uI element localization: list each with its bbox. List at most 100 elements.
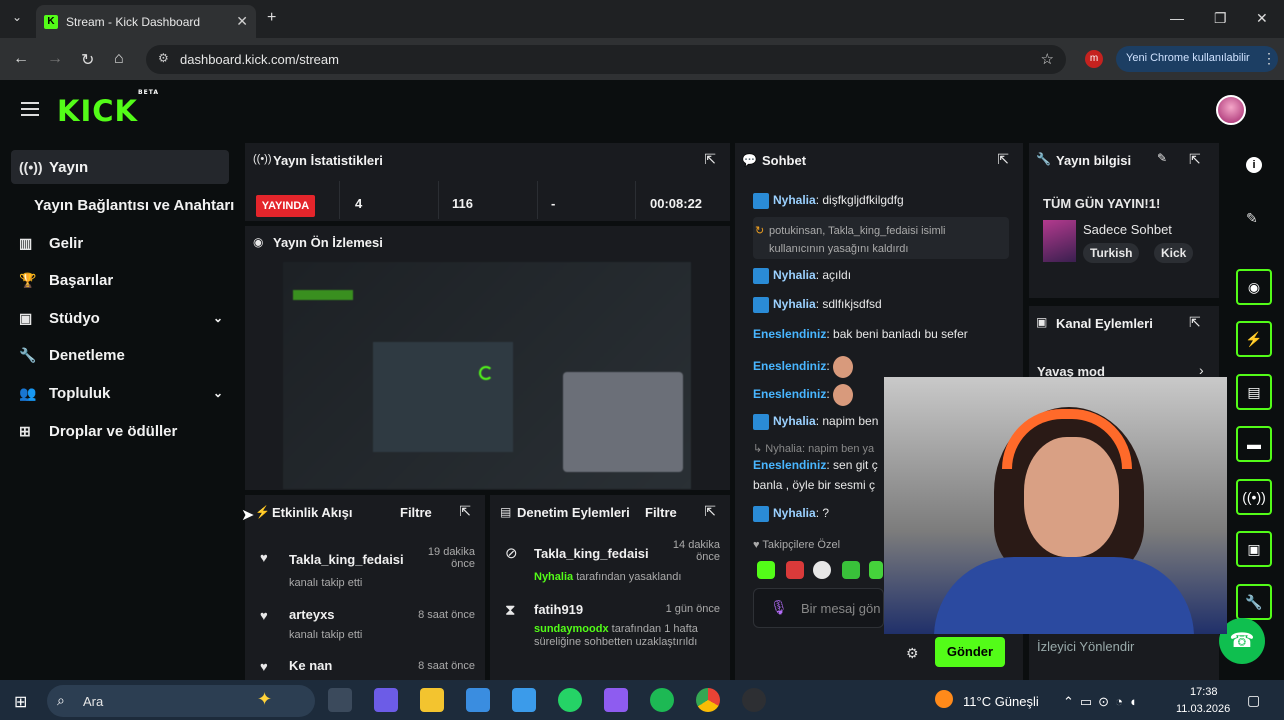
info-icon[interactable]: i xyxy=(1246,157,1262,173)
sidebar-item-topluluk[interactable]: 👥 Topluluk ⌄ xyxy=(11,376,229,410)
tag[interactable]: Kick xyxy=(1154,243,1194,263)
document-icon[interactable]: ▤ xyxy=(1236,374,1272,410)
chat-settings-icon[interactable]: ⚙ xyxy=(906,645,919,662)
back-icon[interactable]: ← xyxy=(13,50,29,68)
chat-user[interactable]: Nyhalia xyxy=(773,297,816,311)
chrome-icon[interactable] xyxy=(696,688,720,712)
popout-icon[interactable]: ⇱ xyxy=(459,503,471,520)
whatsapp-icon[interactable] xyxy=(558,688,582,712)
chat-text: napim ben xyxy=(822,414,879,429)
chat-user[interactable]: Eneslendiniz xyxy=(753,327,826,341)
home-icon[interactable]: ⌂ xyxy=(114,50,124,68)
bolt-icon[interactable]: ⚡ xyxy=(1236,321,1272,357)
sidebar-item-gelir[interactable]: ▥ Gelir xyxy=(11,226,229,260)
popout-icon[interactable]: ⇱ xyxy=(997,151,1009,168)
event-user[interactable]: Takla_king_fedaisi xyxy=(289,552,404,567)
chat-user[interactable]: Nyhalia xyxy=(773,193,816,207)
category-name[interactable]: Sadece Sohbet xyxy=(1083,222,1172,237)
reload-icon[interactable]: ↻ xyxy=(81,50,94,70)
close-window-icon[interactable]: ✕ xyxy=(1256,10,1268,27)
new-tab-icon[interactable]: + xyxy=(267,9,276,27)
sidebar-item-basarilar[interactable]: 🏆 Başarılar xyxy=(11,263,229,297)
chat-message: Eneslendiniz: xyxy=(753,356,854,378)
sidebar-item-denetleme[interactable]: 🔧 Denetleme xyxy=(11,338,229,372)
edit-icon[interactable]: ✎ xyxy=(1157,151,1167,165)
document-icon: ▤ xyxy=(500,505,512,519)
minimize-icon[interactable]: — xyxy=(1170,10,1184,26)
wrench-icon[interactable]: 🔧 xyxy=(1236,584,1272,620)
send-button[interactable]: Gönder xyxy=(935,637,1005,667)
obs-icon[interactable] xyxy=(742,688,766,712)
channel-icon[interactable]: ▣ xyxy=(1236,531,1272,567)
menu-icon[interactable] xyxy=(21,102,39,120)
event-user[interactable]: arteyxs xyxy=(289,607,335,622)
sidebar-item-droplar[interactable]: ⊞ Droplar ve ödüller xyxy=(11,414,229,448)
extension-icon[interactable]: m xyxy=(1085,50,1103,68)
mail-icon[interactable] xyxy=(512,688,536,712)
new-chrome-button[interactable]: Yeni Chrome kullanılabilir xyxy=(1116,46,1278,72)
system-tray-icons[interactable]: ⌃▭⊙◔◖ xyxy=(1063,694,1143,710)
sidebar-item-yayin[interactable]: ((•)) Yayın xyxy=(11,150,229,184)
sidebar-item-studyo[interactable]: ▣ Stüdyo ⌄ xyxy=(11,301,229,335)
browser-menu-icon[interactable]: ⋮ xyxy=(1262,50,1276,67)
site-info-icon[interactable]: ⚙ xyxy=(158,51,169,65)
chat-user[interactable]: Eneslendiniz xyxy=(753,458,826,472)
tag[interactable]: Turkish xyxy=(1083,243,1140,263)
emote-icon[interactable] xyxy=(869,561,883,579)
file-explorer-icon[interactable] xyxy=(420,688,444,712)
sidebar-item-stream-key[interactable]: Yayın Bağlantısı ve Anahtarı xyxy=(11,188,251,222)
clock-time[interactable]: 17:38 xyxy=(1190,686,1218,698)
mod-user[interactable]: Takla_king_fedaisi xyxy=(534,546,649,561)
popout-icon[interactable]: ⇱ xyxy=(704,151,716,168)
popout-icon[interactable]: ⇱ xyxy=(1189,151,1201,168)
emote-icon[interactable] xyxy=(786,561,804,579)
chat-user[interactable]: Nyhalia xyxy=(773,506,816,520)
microphone-icon[interactable]: 🎙 xyxy=(770,599,788,616)
broadcast-icon[interactable]: ((•)) xyxy=(1236,479,1272,515)
mod-text: tarafından yasaklandı xyxy=(576,571,682,583)
mod-user[interactable]: fatih919 xyxy=(534,602,583,617)
wrench-icon: 🔧 xyxy=(1036,152,1051,166)
weather-text[interactable]: 11°C Güneşli xyxy=(963,694,1039,709)
m365-icon[interactable] xyxy=(604,688,628,712)
avatar[interactable] xyxy=(1216,95,1246,125)
tab-search-icon[interactable]: ⌄ xyxy=(12,10,22,24)
maximize-icon[interactable]: ❐ xyxy=(1214,10,1227,27)
chat-user[interactable]: Eneslendiniz xyxy=(753,387,826,401)
mod-actor[interactable]: sundaymoodx xyxy=(534,623,609,635)
emote-icon[interactable] xyxy=(757,561,775,579)
task-view-icon[interactable] xyxy=(328,688,352,712)
tab-close-icon[interactable]: ✕ xyxy=(236,13,248,30)
url-input[interactable]: ⚙ dashboard.kick.com/stream ☆ xyxy=(146,45,1066,74)
notifications-icon[interactable]: ▢ xyxy=(1247,692,1260,709)
mod-actor[interactable]: Nyhalia xyxy=(534,571,573,583)
event-user[interactable]: Ke nan xyxy=(289,658,332,673)
chat-user[interactable]: Nyhalia xyxy=(773,414,816,428)
popout-icon[interactable]: ⇱ xyxy=(704,503,716,520)
chat-user[interactable]: Eneslendiniz xyxy=(753,359,826,373)
chat-icon[interactable]: ▬ xyxy=(1236,426,1272,462)
category-thumbnail[interactable] xyxy=(1043,220,1076,262)
stream-preview-video[interactable] xyxy=(283,262,691,489)
spotify-icon[interactable] xyxy=(650,688,674,712)
chat-input[interactable]: 🎙 Bir mesaj gön xyxy=(753,588,884,628)
clock-date[interactable]: 11.03.2026 xyxy=(1176,703,1230,715)
store-icon[interactable] xyxy=(466,688,490,712)
filter-button[interactable]: Filtre xyxy=(645,505,677,520)
emote-icon[interactable] xyxy=(813,561,831,579)
windows-start-icon[interactable]: ⊞ xyxy=(14,692,27,712)
copilot-app-icon[interactable] xyxy=(374,688,398,712)
taskbar-search[interactable]: ⌕ Ara ✦ xyxy=(47,685,315,717)
preview-toggle-icon[interactable]: ◉ xyxy=(1236,269,1272,305)
filter-button[interactable]: Filtre xyxy=(400,505,432,520)
chat-text: Nyhalia: napim ben ya xyxy=(765,443,875,455)
popout-icon[interactable]: ⇱ xyxy=(1189,314,1201,331)
edit-icon[interactable]: ✎ xyxy=(1246,210,1258,227)
viewer-redirect-button[interactable]: İzleyici Yönlendir xyxy=(1037,639,1134,654)
chat-user[interactable]: Nyhalia xyxy=(773,268,816,282)
emote-icon[interactable] xyxy=(842,561,860,579)
bookmark-star-icon[interactable]: ☆ xyxy=(1041,50,1054,68)
forward-icon[interactable]: → xyxy=(47,50,63,68)
browser-tab[interactable]: K Stream - Kick Dashboard ✕ xyxy=(36,5,256,38)
kick-logo[interactable]: KICKBETA xyxy=(57,89,159,128)
